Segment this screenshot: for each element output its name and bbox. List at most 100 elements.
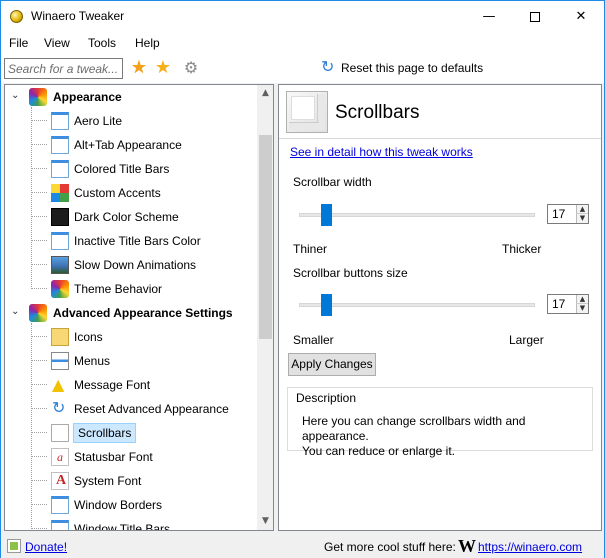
title-bar[interactable]: Winaero Tweaker — ✕ xyxy=(1,1,604,32)
tweak-page: Scrollbars See in detail how this tweak … xyxy=(278,84,602,531)
tree-item-window-title-bars[interactable]: Window Title Bars xyxy=(5,517,257,531)
website-link[interactable]: https://winaero.com xyxy=(478,540,582,554)
tree-item-label: System Font xyxy=(74,474,142,488)
spinner-value[interactable]: 17 xyxy=(552,297,565,311)
landscape-icon xyxy=(51,256,69,274)
tree-item-message-font[interactable]: Message Font xyxy=(5,373,257,397)
refresh-icon xyxy=(51,398,69,418)
spin-down-icon[interactable]: ▼ xyxy=(576,304,588,313)
spin-up-icon[interactable]: ▲ xyxy=(576,295,588,304)
menu-tools[interactable]: Tools xyxy=(88,36,116,50)
scrollbar-thumb[interactable] xyxy=(259,135,272,339)
reset-icon[interactable]: ↻ xyxy=(321,58,337,76)
spin-down-icon[interactable]: ▼ xyxy=(576,214,588,223)
close-icon: ✕ xyxy=(575,9,587,24)
page-header: Scrollbars xyxy=(279,85,601,139)
maximize-icon xyxy=(530,11,540,22)
tree-item-system-font[interactable]: System Font xyxy=(5,469,257,493)
tree-item-dark-color-scheme[interactable]: Dark Color Scheme xyxy=(5,205,257,229)
tree-item-label: Scrollbars xyxy=(73,423,137,443)
tree-item-theme-behavior[interactable]: Theme Behavior xyxy=(5,277,257,301)
scrollbar-buttons-slider[interactable] xyxy=(299,294,535,316)
tree-group-label: Advanced Appearance Settings xyxy=(53,306,233,320)
rainbow-icon xyxy=(51,280,69,298)
status-bar: Donate! Get more cool stuff here: W http… xyxy=(1,534,604,558)
tree-item-icons[interactable]: Icons xyxy=(5,325,257,349)
window-icon xyxy=(51,160,69,178)
tree-item-colored-title-bars[interactable]: Colored Title Bars xyxy=(5,157,257,181)
scrollbar-width-label: Scrollbar width xyxy=(293,175,372,189)
tree-scrollbar[interactable]: ▲ ▼ xyxy=(257,85,273,530)
tree-item-label: Colored Title Bars xyxy=(74,162,170,176)
bookmarks-star-icon[interactable]: ★ xyxy=(153,58,173,78)
app-window: Winaero Tweaker — ✕ File View Tools Help… xyxy=(0,0,605,558)
window-icon xyxy=(51,232,69,250)
menu-bar: File View Tools Help xyxy=(1,32,604,55)
slider-thumb[interactable] xyxy=(321,204,332,226)
tree-item-label: Window Borders xyxy=(74,498,163,512)
tree-item-label: Reset Advanced Appearance xyxy=(74,402,229,416)
buttons-max-label: Larger xyxy=(509,333,544,347)
warning-icon xyxy=(51,375,69,394)
tweak-tree[interactable]: ⌄ Appearance Aero Lite Alt+Tab Appearanc… xyxy=(4,84,274,531)
width-min-label: Thiner xyxy=(293,242,328,256)
bookmark-star-icon[interactable]: ★ xyxy=(129,58,149,78)
scroll-down-icon[interactable]: ▼ xyxy=(257,513,273,530)
gear-icon[interactable]: ⚙ xyxy=(181,58,201,78)
donate-link[interactable]: Donate! xyxy=(25,540,67,554)
scrollbar-width-spinner[interactable]: 17 ▲ ▼ xyxy=(547,204,589,224)
menu-icon xyxy=(51,352,69,370)
spinner-value[interactable]: 17 xyxy=(552,207,565,221)
font-icon xyxy=(51,472,69,490)
tree-item-label: Icons xyxy=(74,330,103,344)
tree-item-label: Inactive Title Bars Color xyxy=(74,234,201,248)
tree-item-label: Slow Down Animations xyxy=(74,258,197,272)
tree-item-label: Window Title Bars xyxy=(74,522,171,531)
apply-changes-button[interactable]: Apply Changes xyxy=(288,353,376,376)
folder-icon xyxy=(51,328,69,346)
tree-item-aero-lite[interactable]: Aero Lite xyxy=(5,109,257,133)
window-icon xyxy=(51,136,69,154)
scrollbar-width-slider[interactable] xyxy=(299,204,535,226)
tree-item-scrollbars[interactable]: Scrollbars xyxy=(5,421,257,445)
tree-item-menus[interactable]: Menus xyxy=(5,349,257,373)
tree-item-alt-tab[interactable]: Alt+Tab Appearance xyxy=(5,133,257,157)
tree-item-label: Alt+Tab Appearance xyxy=(74,138,182,152)
tree-group-advanced-appearance[interactable]: ⌄ Advanced Appearance Settings xyxy=(5,301,257,325)
tree-item-statusbar-font[interactable]: Statusbar Font xyxy=(5,445,257,469)
tree-item-label: Aero Lite xyxy=(74,114,123,128)
close-button[interactable]: ✕ xyxy=(558,1,604,32)
font-icon xyxy=(51,448,69,466)
window-title: Winaero Tweaker xyxy=(31,9,125,23)
collapse-chevron-icon[interactable]: ⌄ xyxy=(11,306,19,317)
tree-group-appearance[interactable]: ⌄ Appearance xyxy=(5,85,257,109)
buttons-min-label: Smaller xyxy=(293,333,334,347)
search-input[interactable]: Search for a tweak... xyxy=(4,58,123,79)
slider-thumb[interactable] xyxy=(321,294,332,316)
menu-file[interactable]: File xyxy=(9,36,28,50)
tree-item-reset-advanced[interactable]: Reset Advanced Appearance xyxy=(5,397,257,421)
reset-page-button[interactable]: Reset this page to defaults xyxy=(341,61,483,75)
minimize-button[interactable]: — xyxy=(466,1,512,32)
spin-up-icon[interactable]: ▲ xyxy=(576,205,588,214)
tree-item-label: Theme Behavior xyxy=(74,282,163,296)
menu-view[interactable]: View xyxy=(44,36,70,50)
width-max-label: Thicker xyxy=(502,242,542,256)
collapse-chevron-icon[interactable]: ⌄ xyxy=(11,90,19,101)
tree-item-inactive-title-bars[interactable]: Inactive Title Bars Color xyxy=(5,229,257,253)
window-icon xyxy=(51,496,69,514)
status-text: Get more cool stuff here: xyxy=(324,540,456,554)
maximize-button[interactable] xyxy=(512,1,558,32)
tree-item-window-borders[interactable]: Window Borders xyxy=(5,493,257,517)
menu-help[interactable]: Help xyxy=(135,36,160,50)
scrollbars-icon xyxy=(286,91,328,133)
page-title: Scrollbars xyxy=(335,102,420,123)
detail-link[interactable]: See in detail how this tweak works xyxy=(290,145,473,159)
tree-item-slow-down-animations[interactable]: Slow Down Animations xyxy=(5,253,257,277)
tree-item-custom-accents[interactable]: Custom Accents xyxy=(5,181,257,205)
description-line: Here you can change scrollbars width and… xyxy=(302,414,526,443)
scrollbar-buttons-spinner[interactable]: 17 ▲ ▼ xyxy=(547,294,589,314)
window-icon xyxy=(51,520,69,530)
scroll-up-icon[interactable]: ▲ xyxy=(257,85,273,102)
mosaic-icon xyxy=(51,184,69,202)
